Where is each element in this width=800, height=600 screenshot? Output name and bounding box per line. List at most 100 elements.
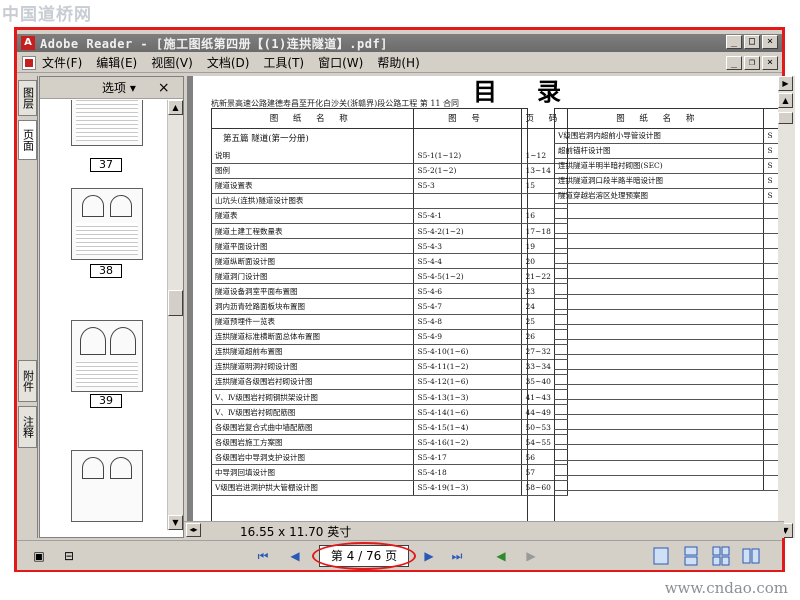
- go-back-icon[interactable]: ◀: [491, 547, 511, 565]
- table-cell-code: S5-4-15(1~4): [413, 419, 522, 436]
- site-watermark-top: 中国道桥网: [2, 5, 92, 25]
- page-thumbnail[interactable]: [71, 188, 143, 260]
- table-cell-name: [554, 475, 764, 491]
- scrollbar-thumb[interactable]: [778, 112, 793, 124]
- table-cell-name: [554, 444, 764, 461]
- table-cell-code: [763, 414, 778, 431]
- table-cell-name: 连拱隧道标准横断面总体布置图: [211, 329, 414, 345]
- table-cell-code: [763, 278, 778, 295]
- table-cell-name: 连拱隧道洞口段半路半暗设计图: [554, 173, 764, 189]
- tab-pages[interactable]: 页面: [18, 120, 37, 160]
- column-header-code: 图 号: [413, 108, 522, 129]
- maximize-button[interactable]: □: [744, 35, 760, 49]
- table-cell-name: Ⅴ级围岩洞内超前小导管设计图: [554, 128, 764, 144]
- table-row: [554, 475, 778, 491]
- table-row: [554, 248, 778, 265]
- scroll-up-arrow[interactable]: ▲: [168, 100, 183, 115]
- scroll-up-arrow[interactable]: ▲: [778, 93, 793, 108]
- table-cell-code: [763, 429, 778, 446]
- navigation-tabs: 图层 页面 附件 注释: [17, 76, 38, 538]
- section-code: [413, 128, 522, 148]
- column-header-code: [763, 108, 778, 129]
- menu-document[interactable]: 文档(D): [207, 54, 250, 71]
- table-cell-code: S5-4-9: [413, 329, 522, 345]
- table-cell-name: [554, 218, 764, 235]
- menu-file[interactable]: 文件(F): [42, 54, 82, 71]
- next-page-icon[interactable]: ▶: [419, 547, 439, 565]
- tab-comments[interactable]: 注释: [18, 406, 37, 448]
- table-row: [554, 278, 778, 295]
- first-page-icon[interactable]: ⏮: [253, 547, 273, 565]
- page-thumbnail[interactable]: [71, 450, 143, 522]
- thumbnail-scrollbar[interactable]: ▲ ▼: [167, 100, 183, 530]
- menu-window[interactable]: 窗口(W): [318, 54, 363, 71]
- table-cell-code: S5-4-16(1~2): [413, 434, 522, 451]
- tab-layers[interactable]: 图层: [18, 80, 37, 116]
- table-cell-code: S5-1(1~12): [413, 148, 522, 164]
- thumbnail-label: 39: [90, 394, 122, 408]
- table-cell-name: 隧道预埋件一览表: [211, 314, 414, 330]
- table-cell-name: [554, 263, 764, 280]
- minimize-button[interactable]: _: [726, 35, 742, 49]
- facing-view-icon[interactable]: [741, 546, 761, 566]
- close-button[interactable]: ×: [762, 35, 778, 49]
- table-cell-code: [763, 233, 778, 250]
- continuous-facing-view-icon[interactable]: [711, 546, 731, 566]
- document-icon[interactable]: [22, 55, 36, 70]
- table-cell-name: 中导洞回填设计图: [211, 464, 414, 481]
- go-forward-icon[interactable]: ▶: [521, 547, 541, 565]
- tab-attachments[interactable]: 附件: [18, 360, 37, 402]
- table-cell-name: 连拱隧道各级围岩衬砌设计图: [211, 374, 414, 391]
- table-cell-code: S5-4-13(1~3): [413, 389, 522, 406]
- tunnel-arch-right: [110, 457, 132, 479]
- page-thumbnail[interactable]: [71, 320, 143, 392]
- table-cell-code: S5-4-11(1~2): [413, 359, 522, 375]
- table-cell-code: S5-4-5(1~2): [413, 268, 522, 285]
- table-cell-code: S5-4-12(1~6): [413, 374, 522, 391]
- menu-view[interactable]: 视图(V): [151, 54, 193, 71]
- window-title: Adobe Reader - [施工图纸第四册【(1)连拱隧道】.pdf]: [40, 36, 388, 51]
- table-cell-code: [763, 339, 778, 355]
- close-panel-icon[interactable]: ×: [158, 80, 170, 96]
- table-row: 连拱隧道各级围岩衬砌设计图 S5-4-12(1~6) 35~40: [211, 374, 569, 391]
- table-cell-name: [554, 399, 764, 416]
- menu-help[interactable]: 帮助(H): [377, 54, 419, 71]
- continuous-view-icon[interactable]: [681, 546, 701, 566]
- table-cell-code: S5-4-17: [413, 449, 522, 466]
- scrollbar-thumb[interactable]: [168, 290, 183, 316]
- horizontal-scroll-button[interactable]: ◂▸: [186, 523, 201, 537]
- document-title: 目录: [473, 77, 601, 106]
- section-row: 第五篇 隧道(第一分册): [211, 128, 569, 148]
- doc-restore-button[interactable]: ❐: [744, 56, 760, 70]
- table-cell-name: 图例: [211, 163, 414, 179]
- doc-close-button[interactable]: ×: [762, 56, 778, 70]
- menu-tools[interactable]: 工具(T): [263, 54, 304, 71]
- scroll-down-arrow[interactable]: ▼: [168, 515, 183, 530]
- table-row: [554, 399, 778, 416]
- single-page-view-icon[interactable]: [651, 546, 671, 566]
- table-cell-code: [763, 354, 778, 371]
- table-row: 中导洞回填设计图 S5-4-18 57: [211, 464, 569, 481]
- page-thumbnail[interactable]: [71, 100, 143, 146]
- previous-page-icon[interactable]: ◀: [285, 547, 305, 565]
- screenshot-frame: A Adobe Reader - [施工图纸第四册【(1)连拱隧道】.pdf] …: [14, 27, 795, 572]
- thumbnail-body: [76, 361, 138, 387]
- site-watermark-bottom: www.cndao.com: [664, 579, 788, 597]
- last-page-icon[interactable]: ⏭: [447, 547, 467, 565]
- panel-toggle-icon[interactable]: ⊟: [59, 547, 79, 565]
- adobe-reader-icon[interactable]: A: [21, 36, 35, 50]
- table-cell-code: S: [763, 158, 778, 174]
- monitor-icon[interactable]: ▣: [29, 547, 49, 565]
- doc-minimize-button[interactable]: _: [726, 56, 742, 70]
- table-row: 隧道表 S5-4-1 16: [211, 208, 569, 224]
- table-row: [554, 309, 778, 325]
- table-cell-code: S5-4-1: [413, 208, 522, 224]
- options-dropdown[interactable]: 选项 ▾: [102, 79, 136, 96]
- table-cell-name: Ⅴ级围岩进洞护拱大管棚设计图: [211, 480, 414, 496]
- table-row: [554, 339, 778, 355]
- table-row: 隧道平面设计图 S5-4-3 19: [211, 238, 569, 255]
- menu-edit[interactable]: 编辑(E): [96, 54, 137, 71]
- table-cell-code: S5-2(1~2): [413, 163, 522, 179]
- scroll-right-arrow[interactable]: ▶: [778, 76, 793, 91]
- document-scrollbar[interactable]: ▶ ▲ ▼: [778, 76, 795, 538]
